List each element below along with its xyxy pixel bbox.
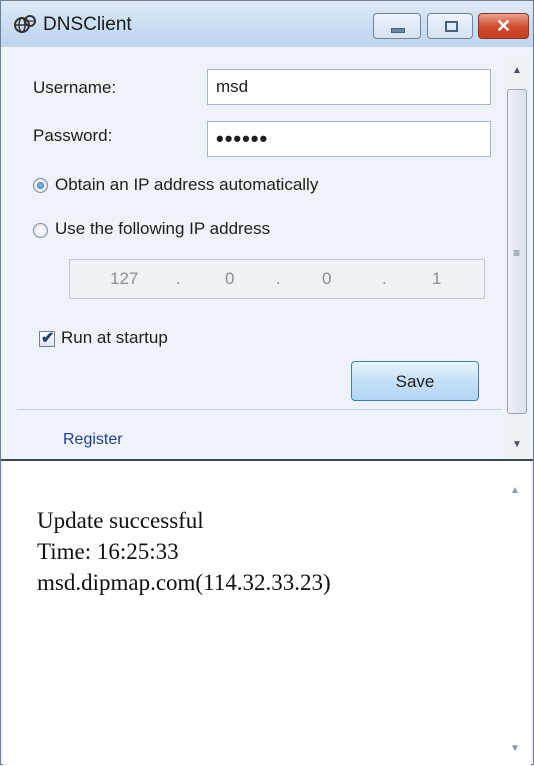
close-icon: ✕ <box>495 16 512 36</box>
password-input[interactable]: •••••• <box>207 121 491 157</box>
ip-octet-4: 1 <box>432 269 442 288</box>
register-link[interactable]: Register <box>63 431 123 449</box>
scroll-down-arrow-icon[interactable]: ▼ <box>505 439 529 450</box>
log-line-time: Time: 16:25:33 <box>37 539 179 564</box>
log-scrollbar[interactable]: ▲ ▼ <box>503 461 531 766</box>
log-line-host: msd.dipmap.com(114.32.33.23) <box>37 570 331 595</box>
password-label: Password: <box>33 126 113 145</box>
log-scroll-down-arrow-icon[interactable]: ▼ <box>503 743 527 754</box>
scrollbar-thumb[interactable]: ≡ <box>507 89 527 414</box>
title-bar[interactable]: DNSClient ✕ <box>1 1 533 47</box>
ip-dot-2: . <box>276 269 281 288</box>
checkmark-icon: ✔ <box>41 330 55 347</box>
ip-octet-1: 127 <box>110 269 139 288</box>
log-line-status: Update successful <box>37 508 204 533</box>
ip-dot-3: . <box>382 269 387 288</box>
minimize-button[interactable] <box>373 13 421 39</box>
radio-manual-ip-label[interactable]: Use the following IP address <box>55 219 270 239</box>
settings-panel: Username: msd Password: •••••• Obtain an… <box>17 47 502 455</box>
grip-icon: ≡ <box>513 246 521 260</box>
maximize-icon <box>445 21 458 32</box>
dnsclient-window: DNSClient ✕ Username: msd Password: ••••… <box>0 0 534 766</box>
log-scroll-up-arrow-icon[interactable]: ▲ <box>503 485 527 496</box>
ip-octet-2: 0 <box>225 269 235 288</box>
ip-address-field: 127 . 0 . 0 . 1 <box>69 259 485 299</box>
minimize-icon <box>391 28 405 33</box>
network-globe-icon <box>14 15 36 33</box>
log-text: Update successful Time: 16:25:33 msd.dip… <box>37 505 331 598</box>
scroll-up-arrow-icon[interactable]: ▲ <box>505 65 529 76</box>
close-button[interactable]: ✕ <box>478 13 529 39</box>
save-button[interactable]: Save <box>351 361 479 401</box>
window-title: DNSClient <box>43 14 132 35</box>
username-input[interactable]: msd <box>207 69 491 105</box>
username-label: Username: <box>33 78 117 97</box>
radio-selected-dot <box>37 182 44 189</box>
radio-manual-ip[interactable] <box>33 223 48 238</box>
settings-scrollbar[interactable]: ▲ ≡ ▼ <box>505 57 529 459</box>
divider <box>17 409 502 410</box>
maximize-button[interactable] <box>427 13 473 39</box>
log-panel[interactable]: Update successful Time: 16:25:33 msd.dip… <box>3 461 531 766</box>
run-at-startup-checkbox[interactable]: ✔ <box>39 330 55 347</box>
radio-auto-ip-label[interactable]: Obtain an IP address automatically <box>55 175 318 195</box>
run-at-startup-label[interactable]: Run at startup <box>61 328 168 348</box>
radio-auto-ip[interactable] <box>33 178 48 193</box>
ip-octet-3: 0 <box>322 269 332 288</box>
ip-dot-1: . <box>176 269 181 288</box>
